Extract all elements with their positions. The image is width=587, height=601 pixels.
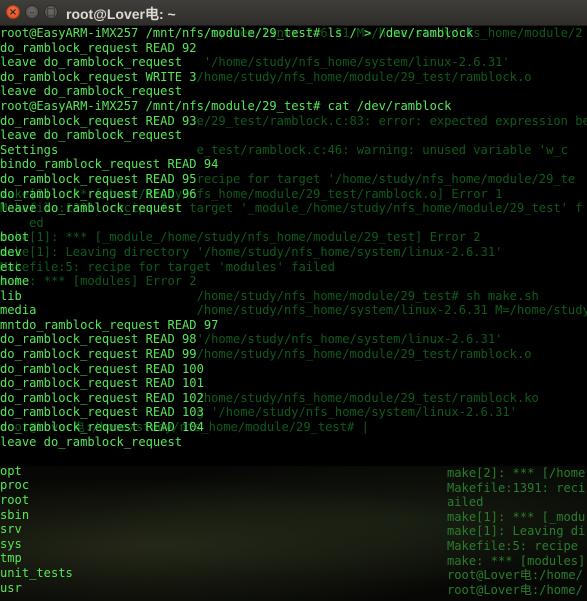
close-button[interactable]: × [6, 5, 20, 19]
terminal-line: leave do_ramblock_request [0, 84, 183, 99]
terminal-output[interactable]: root@EasyARM-iMX257 /mnt/nfs/module/29_t… [0, 26, 473, 595]
terminal-line: dev [0, 244, 22, 259]
terminal-line: leave do_ramblock_request [0, 434, 183, 449]
terminal-line: Settings [0, 142, 59, 157]
terminal-line: usr [0, 580, 22, 595]
close-icon: × [8, 7, 18, 18]
terminal-line: etc [0, 259, 22, 274]
terminal-line: leave do_ramblock_request [0, 55, 183, 70]
title-bar[interactable]: × – □ root@Lover电: ~ [0, 0, 587, 26]
window-title: root@Lover电: ~ [66, 6, 176, 22]
terminal-line: do_ramblock_request READ 98 [0, 332, 197, 347]
terminal-line: unit_tests [0, 565, 73, 580]
maximize-icon: □ [46, 7, 56, 18]
terminal-line: srv [0, 522, 22, 537]
minimize-button[interactable]: – [25, 5, 39, 19]
terminal-line: do_ramblock_request READ 104 [0, 420, 204, 435]
terminal-line: do_ramblock_request WRITE 3 [0, 69, 197, 84]
terminal-line: opt [0, 463, 22, 478]
terminal-line: media [0, 303, 37, 318]
terminal-line: do_ramblock_request READ 100 [0, 361, 204, 376]
terminal-line: leave do_ramblock_request [0, 201, 183, 216]
terminal-line: boot [0, 230, 30, 245]
minimize-icon: – [29, 7, 35, 18]
terminal-line: do_ramblock_request READ 99 [0, 347, 197, 362]
terminal-line: lib [0, 288, 22, 303]
terminal-line: do_ramblock_request READ 101 [0, 376, 204, 391]
terminal-window: × – □ root@Lover电: ~ /system/linux-2.6.3… [0, 0, 587, 601]
terminal-line: do_ramblock_request READ 103 [0, 405, 204, 420]
terminal-line: do_ramblock_request READ 102 [0, 390, 204, 405]
terminal-line: mntdo_ramblock_request READ 97 [0, 317, 219, 332]
terminal-line: do_ramblock_request READ 95 [0, 171, 197, 186]
terminal-line: sys [0, 536, 22, 551]
terminal-line: do_ramblock_request READ 93 [0, 113, 197, 128]
terminal-line: sbin [0, 507, 30, 522]
terminal-line: root [0, 493, 30, 507]
terminal-line: bindo_ramblock_request READ 94 [0, 157, 219, 172]
terminal-line: proc [0, 478, 30, 493]
maximize-button[interactable]: □ [44, 5, 58, 19]
terminal-line: root@EasyARM-iMX257 /mnt/nfs/module/29_t… [0, 98, 452, 113]
terminal-line: root@EasyARM-iMX257 /mnt/nfs/module/29_t… [0, 26, 474, 40]
terminal-area[interactable]: /system/linux-2.6.31 M=/home/study/nfs_h… [0, 26, 587, 601]
terminal-line: do_ramblock_request READ 92 [0, 40, 197, 55]
terminal-line: home [0, 274, 30, 289]
terminal-line: tmp [0, 551, 22, 566]
terminal-line: leave do_ramblock_request [0, 128, 183, 143]
terminal-line: do_ramblock_request READ 96 [0, 186, 197, 201]
